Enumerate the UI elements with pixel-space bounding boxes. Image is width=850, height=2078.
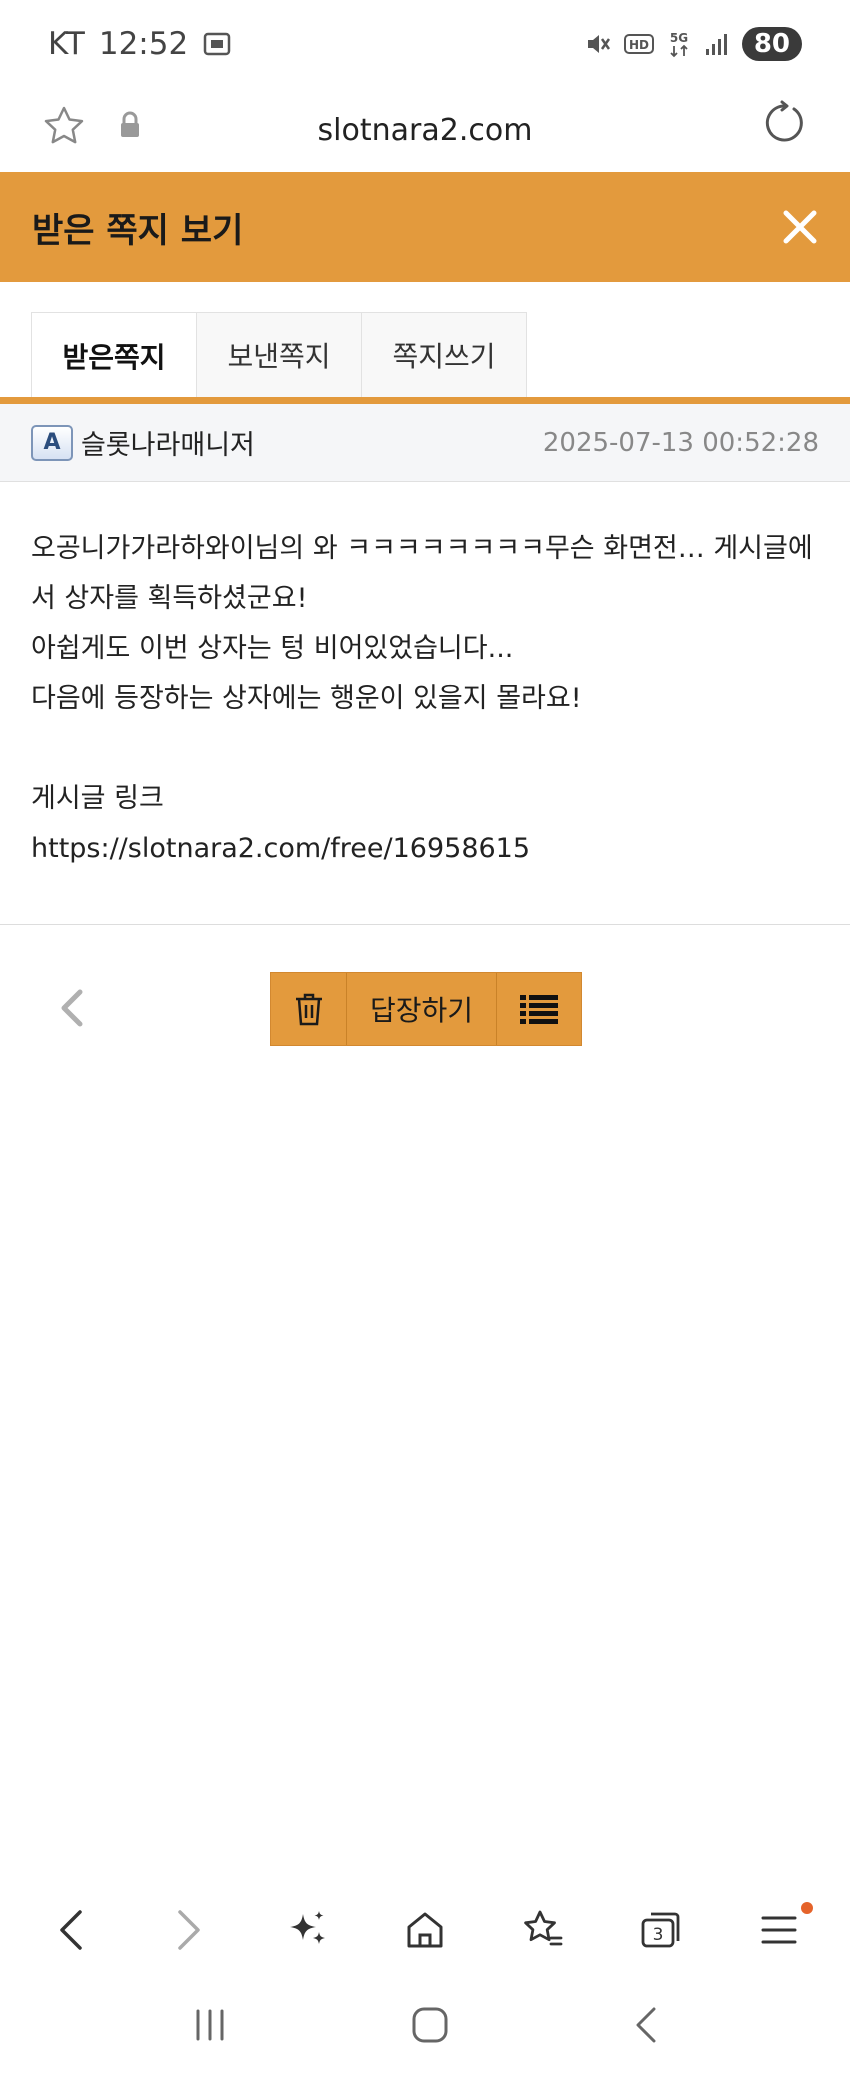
browser-toolbar: 3 <box>0 1890 850 1970</box>
link-label: 게시글 링크 <box>31 783 164 814</box>
url-text[interactable]: slotnara2.com <box>318 113 533 148</box>
status-bar: KT 12:52 HD 5G 80 <box>0 0 850 88</box>
ai-assistant-button[interactable] <box>277 1900 337 1960</box>
bookmark-star-icon[interactable] <box>42 104 86 148</box>
message-line: 서 상자를 획득하셨군요! <box>31 583 308 614</box>
message-line: 오공니가가라하와이님의 와 ㅋㅋㅋㅋㅋㅋㅋㅋ무슨 화면전… 게시글에 <box>31 533 813 564</box>
mute-icon <box>587 35 610 53</box>
back-button[interactable] <box>41 1900 101 1960</box>
tab-received[interactable]: 받은쪽지 <box>31 312 197 398</box>
reply-button[interactable]: 답장하기 <box>347 973 497 1045</box>
system-back-icon[interactable] <box>630 2005 660 2045</box>
tabs-icon: 3 <box>641 1912 680 1948</box>
hamburger-menu-icon <box>761 1916 797 1944</box>
lock-icon[interactable] <box>118 110 142 140</box>
notification-dot <box>801 1902 813 1914</box>
menu-button[interactable] <box>749 1900 813 1960</box>
close-icon[interactable] <box>778 205 822 249</box>
tabs-button[interactable]: 3 <box>631 1900 691 1960</box>
delete-button[interactable] <box>271 973 347 1045</box>
tabs-divider <box>0 397 850 404</box>
message-date: 2025-07-13 00:52:28 <box>542 427 819 458</box>
signal-icon <box>705 34 727 55</box>
page-header: 받은 쪽지 보기 <box>0 172 850 282</box>
home-button[interactable] <box>395 1900 455 1960</box>
trash-icon <box>295 993 322 1026</box>
system-home-icon[interactable] <box>410 2005 450 2045</box>
chevron-left-icon[interactable] <box>52 986 92 1030</box>
clock: 12:52 <box>98 26 189 62</box>
home-icon <box>407 1912 443 1948</box>
message-body: 오공니가가라하와이님의 와 ㅋㅋㅋㅋㅋㅋㅋㅋ무슨 화면전… 게시글에 서 상자를… <box>31 524 821 874</box>
page-title: 받은 쪽지 보기 <box>32 210 244 251</box>
chevron-right-icon <box>178 1910 200 1950</box>
chevron-left-icon <box>60 1910 82 1950</box>
sender-avatar: A <box>31 424 73 461</box>
forward-button[interactable] <box>159 1900 219 1960</box>
post-link[interactable]: https://slotnara2.com/free/16958615 <box>31 824 821 874</box>
message-info-bar: A 슬롯나라매니저 2025-07-13 00:52:28 <box>0 404 850 482</box>
sender-name[interactable]: 슬롯나라매니저 <box>81 423 255 462</box>
system-navigation <box>0 1990 850 2060</box>
hd-icon: HD <box>623 34 654 54</box>
svg-text:HD: HD <box>629 38 649 52</box>
recent-apps-icon[interactable] <box>190 2007 230 2043</box>
carrier-label: KT <box>48 26 85 62</box>
5g-icon: 5G <box>670 31 688 58</box>
bookmarks-button[interactable] <box>513 1900 573 1960</box>
battery-level: 80 <box>741 27 802 61</box>
message-line: 다음에 등장하는 상자에는 행운이 있을지 몰라요! <box>31 683 582 714</box>
sparkle-icon <box>290 1911 325 1944</box>
reload-icon[interactable] <box>760 100 808 148</box>
list-icon <box>520 995 558 1024</box>
tab-compose[interactable]: 쪽지쓰기 <box>361 312 527 398</box>
tab-sent[interactable]: 보낸쪽지 <box>196 312 362 398</box>
message-actions: 답장하기 <box>270 972 582 1046</box>
list-button[interactable] <box>497 973 581 1045</box>
body-divider <box>0 924 850 925</box>
svg-text:3: 3 <box>653 1925 664 1945</box>
message-line: 아쉽게도 이번 상자는 텅 비어있었습니다... <box>31 633 514 664</box>
svg-text:5G: 5G <box>670 31 688 45</box>
bookmark-list-icon <box>524 1910 563 1946</box>
message-tabs: 받은쪽지 보낸쪽지 쪽지쓰기 <box>31 312 527 398</box>
screenshot-icon <box>203 32 231 56</box>
address-bar[interactable]: slotnara2.com <box>0 88 850 172</box>
